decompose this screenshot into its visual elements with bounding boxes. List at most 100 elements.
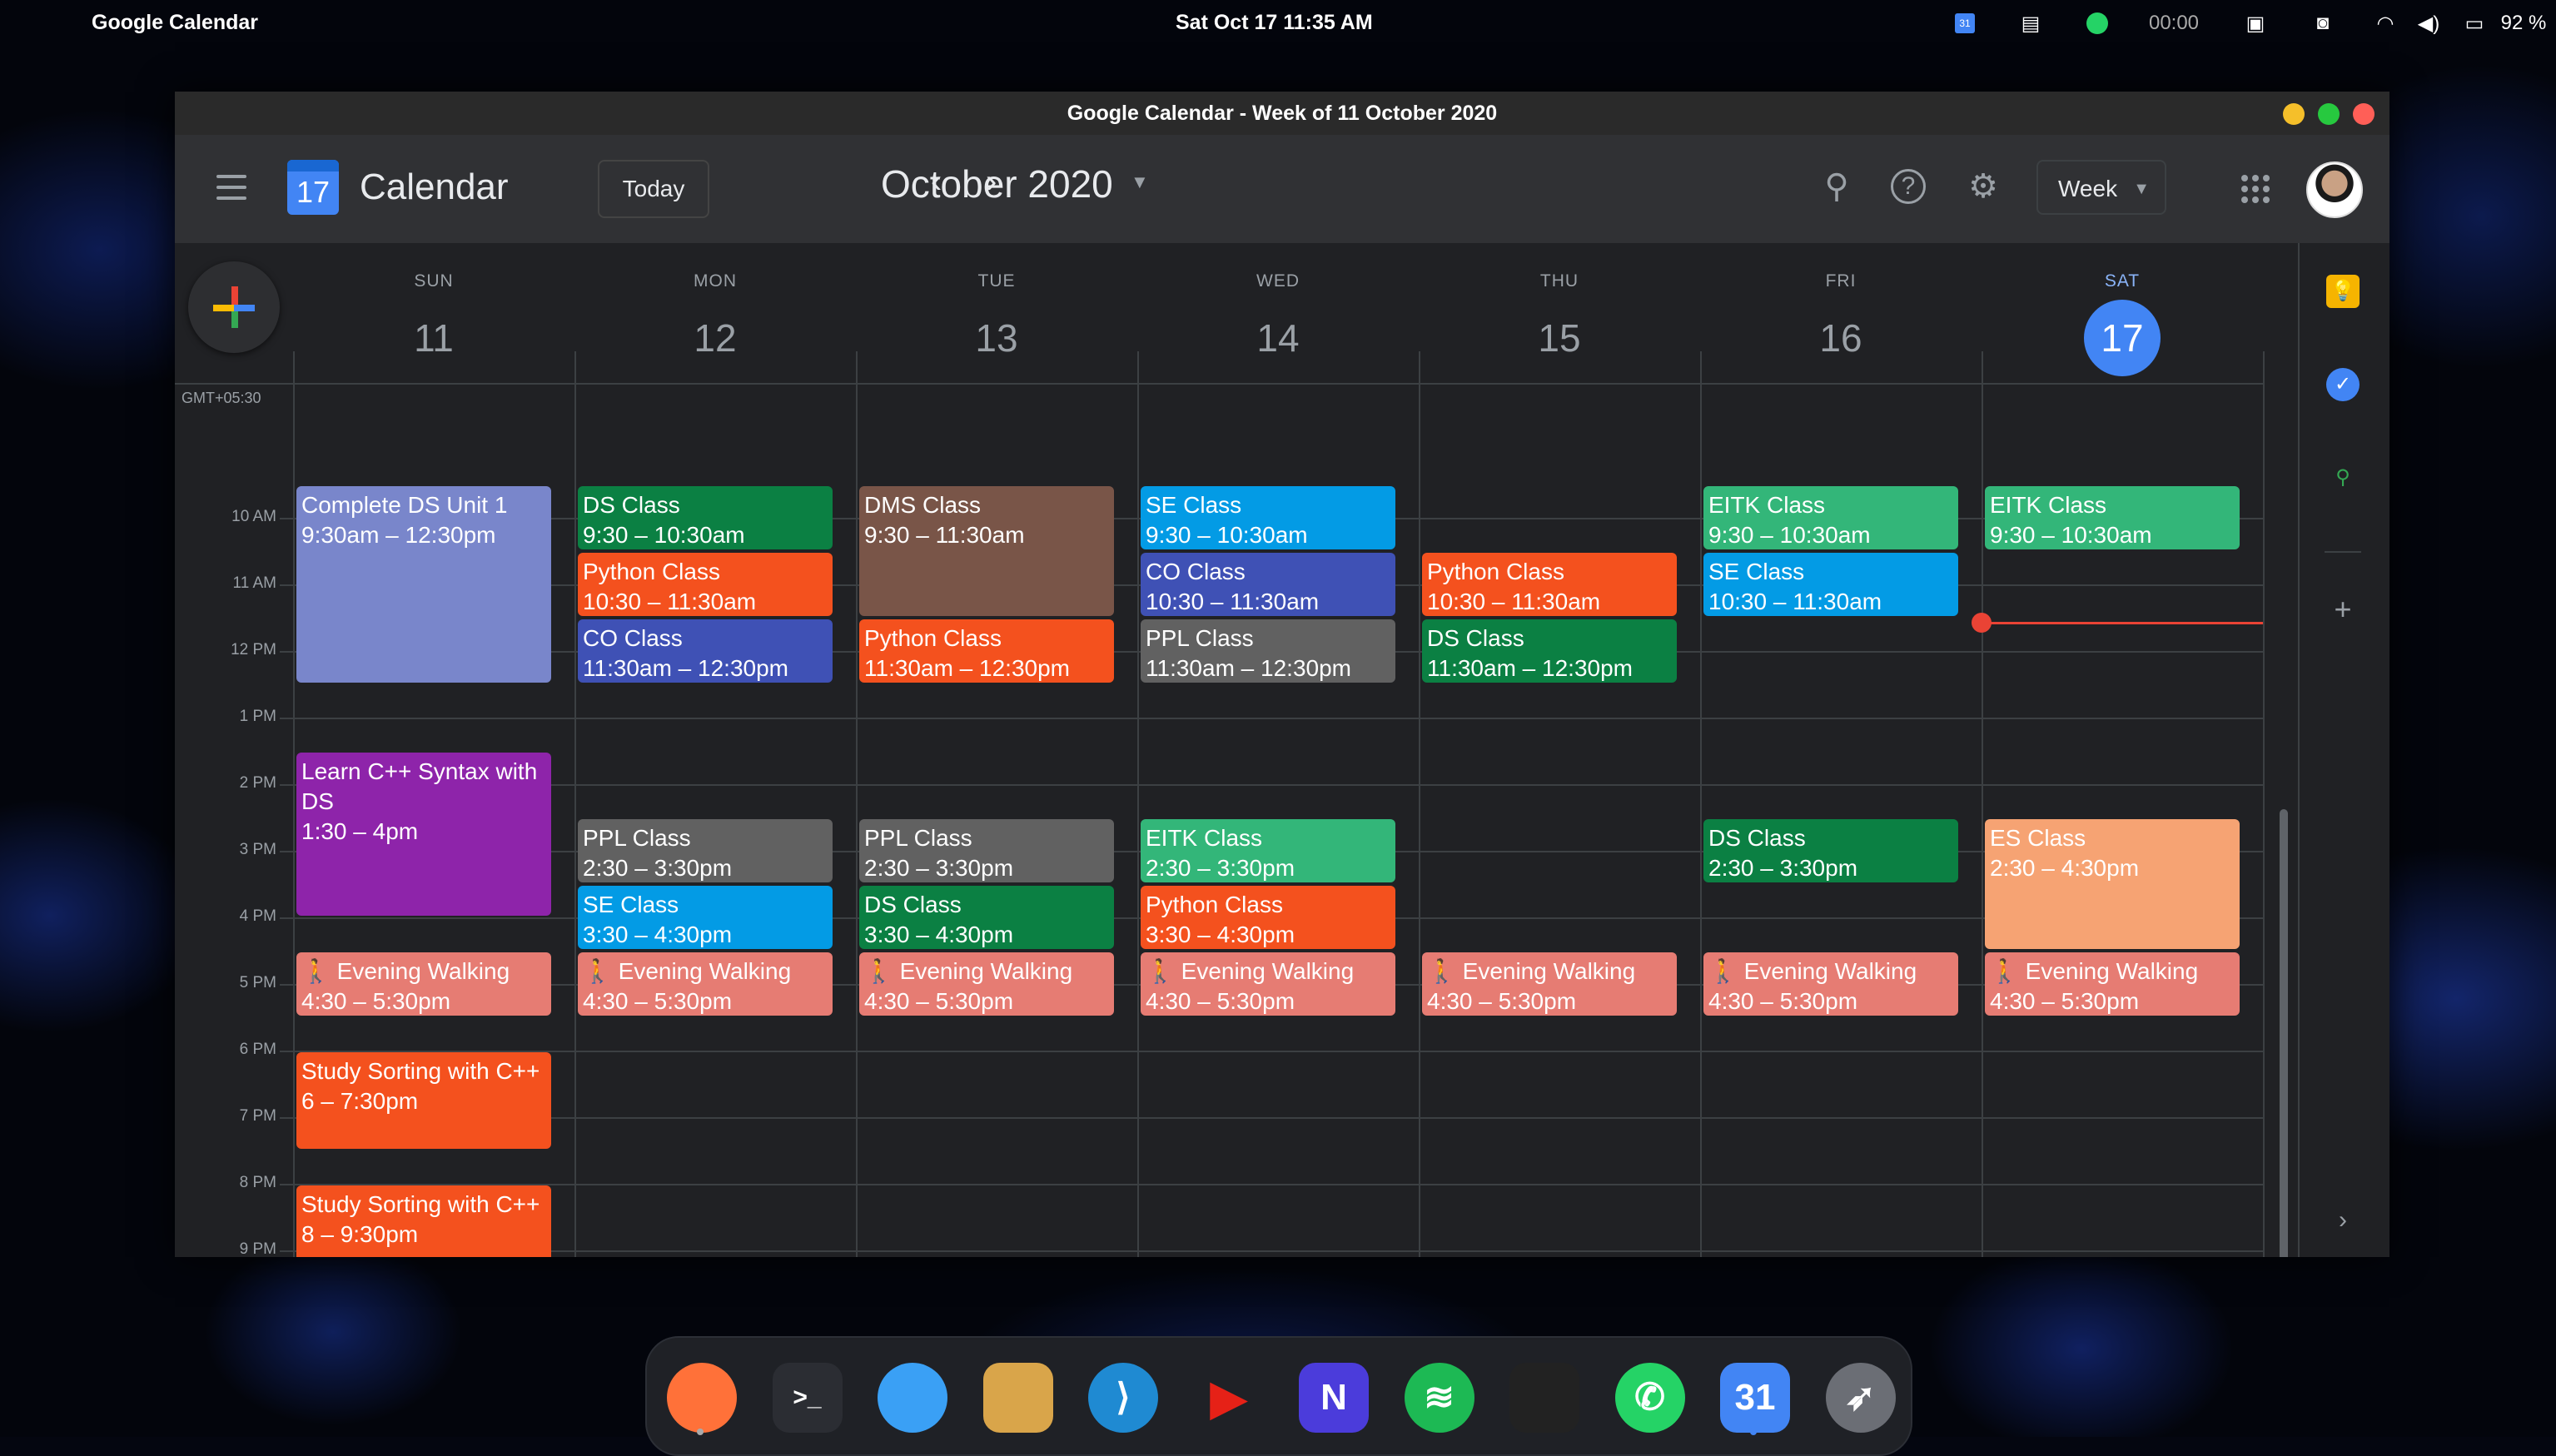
event-card[interactable]: 🚶 Evening Walking 4:30 – 5:30pm <box>1703 952 1958 1016</box>
day-header-tue[interactable]: TUE 13 <box>856 243 1137 376</box>
clipboard-icon[interactable]: ▤ <box>2018 8 2043 38</box>
add-addon-icon[interactable]: + <box>2326 593 2360 626</box>
maximize-button[interactable] <box>2318 103 2340 125</box>
launchpad-icon[interactable]: ➶ <box>1825 1363 1896 1433</box>
event-time: 10:30 – 11:30am <box>1708 589 1882 614</box>
event-card[interactable]: DS Class 11:30am – 12:30pm <box>1422 619 1677 683</box>
time-label: 3 PM <box>239 841 276 858</box>
avatar[interactable] <box>2306 162 2363 218</box>
event-time: 9:30am – 12:30pm <box>301 522 496 548</box>
firefox-icon[interactable] <box>667 1363 737 1433</box>
close-button[interactable] <box>2353 103 2374 125</box>
event-card[interactable]: 🚶 Evening Walking 4:30 – 5:30pm <box>859 952 1114 1016</box>
event-card[interactable]: EITK Class 2:30 – 3:30pm <box>1141 819 1395 882</box>
event-title: 🚶 Evening Walking <box>1146 958 1355 984</box>
day-number[interactable]: 15 <box>1521 300 1598 376</box>
today-button[interactable]: Today <box>598 160 709 218</box>
wifi-icon[interactable]: ◠ <box>2371 8 2399 38</box>
event-card[interactable]: 🚶 Evening Walking 4:30 – 5:30pm <box>1422 952 1677 1016</box>
event-card[interactable]: Complete DS Unit 1 9:30am – 12:30pm <box>296 486 551 683</box>
keep-icon[interactable]: 💡 <box>2326 275 2360 308</box>
event-card[interactable]: CO Class 10:30 – 11:30am <box>1141 553 1395 616</box>
chevron-right-icon[interactable]: › <box>2326 1204 2360 1237</box>
day-number[interactable]: 16 <box>1803 300 1879 376</box>
event-card[interactable]: Study Sorting with C++ 6 – 7:30pm <box>296 1052 551 1149</box>
day-number[interactable]: 12 <box>677 300 753 376</box>
app-title[interactable]: Calendar <box>360 166 509 208</box>
event-card[interactable]: SE Class 9:30 – 10:30am <box>1141 486 1395 549</box>
figma-icon[interactable] <box>1509 1363 1579 1433</box>
event-card[interactable]: DS Class 2:30 – 3:30pm <box>1703 819 1958 882</box>
day-header-fri[interactable]: FRI 16 <box>1700 243 1982 376</box>
event-card[interactable]: Python Class 10:30 – 11:30am <box>578 553 833 616</box>
timezone-label: GMT+05:30 <box>182 390 261 406</box>
calendar-tray-icon[interactable]: 31 <box>1953 8 1977 38</box>
main-menu-icon[interactable] <box>216 175 246 200</box>
event-card[interactable]: EITK Class 9:30 – 10:30am <box>1985 486 2240 549</box>
day-number[interactable]: 11 <box>395 300 472 376</box>
battery-icon[interactable]: ▭ <box>2458 8 2491 38</box>
event-card[interactable]: DS Class 9:30 – 10:30am <box>578 486 833 549</box>
spotify-icon[interactable]: ≋ <box>1404 1363 1474 1433</box>
event-card[interactable]: Python Class 10:30 – 11:30am <box>1422 553 1677 616</box>
event-card[interactable]: 🚶 Evening Walking 4:30 – 5:30pm <box>1985 952 2240 1016</box>
day-number[interactable]: 17 <box>2084 300 2161 376</box>
event-card[interactable]: ES Class 2:30 – 4:30pm <box>1985 819 2240 949</box>
event-card[interactable]: Python Class 11:30am – 12:30pm <box>859 619 1114 683</box>
minimize-button[interactable] <box>2283 103 2305 125</box>
month-label[interactable]: October 2020 <box>881 162 1113 206</box>
timer-readout[interactable]: 00:00 <box>2145 8 2203 38</box>
terminal-icon[interactable]: >_ <box>772 1363 843 1433</box>
whatsapp-icon[interactable]: ✆ <box>1614 1363 1685 1433</box>
day-number[interactable]: 14 <box>1240 300 1316 376</box>
notion-icon[interactable]: N <box>1299 1363 1369 1433</box>
display-icon[interactable]: ▣ <box>2241 8 2270 38</box>
day-header-thu[interactable]: THU 15 <box>1419 243 1700 376</box>
event-card[interactable]: Learn C++ Syntax with DS 1:30 – 4pm <box>296 753 551 916</box>
settings-icon[interactable]: ⚙ <box>1960 163 2007 210</box>
help-icon[interactable]: ? <box>1885 163 1932 210</box>
apps-grid-icon[interactable] <box>2241 175 2270 203</box>
event-card[interactable]: PPL Class 11:30am – 12:30pm <box>1141 619 1395 683</box>
camera-icon[interactable]: ◙ <box>2308 8 2338 38</box>
maps-icon[interactable]: ⚲ <box>2326 461 2360 494</box>
event-card[interactable]: DS Class 3:30 – 4:30pm <box>859 886 1114 949</box>
day-header-wed[interactable]: WED 14 <box>1137 243 1419 376</box>
event-card[interactable]: PPL Class 2:30 – 3:30pm <box>578 819 833 882</box>
vscode-icon[interactable]: ⟩ <box>1088 1363 1158 1433</box>
event-card[interactable]: Study Sorting with C++ 8 – 9:30pm <box>296 1185 551 1257</box>
event-card[interactable]: Python Class 3:30 – 4:30pm <box>1141 886 1395 949</box>
create-button[interactable] <box>188 261 280 353</box>
event-card[interactable]: CO Class 11:30am – 12:30pm <box>578 619 833 683</box>
chevron-down-icon[interactable]: ▼ <box>1131 171 1149 193</box>
window-titlebar[interactable]: Google Calendar - Week of 11 October 202… <box>175 92 2389 135</box>
week-grid[interactable]: GMT+05:30 SUN 11 MON 12 TUE 13 WED 14 THU 15 FRI 16… <box>175 243 2298 1257</box>
day-header-sat[interactable]: SAT 17 <box>1982 243 2263 376</box>
youtube-icon[interactable]: ▶ <box>1194 1363 1264 1433</box>
event-card[interactable]: 🚶 Evening Walking 4:30 – 5:30pm <box>1141 952 1395 1016</box>
event-card[interactable]: 🚶 Evening Walking 4:30 – 5:30pm <box>296 952 551 1016</box>
menubar-app-name[interactable]: Google Calendar <box>92 11 258 35</box>
search-icon[interactable]: ⚲ <box>1813 163 1860 210</box>
event-card[interactable]: PPL Class 2:30 – 3:30pm <box>859 819 1114 882</box>
calendar-dock-icon[interactable]: 31 <box>1720 1363 1790 1433</box>
event-card[interactable]: SE Class 10:30 – 11:30am <box>1703 553 1958 616</box>
scrollbar[interactable] <box>2280 809 2288 1257</box>
event-time: 9:30 – 11:30am <box>864 522 1025 548</box>
event-card[interactable]: EITK Class 9:30 – 10:30am <box>1703 486 1958 549</box>
day-number[interactable]: 13 <box>958 300 1035 376</box>
event-time: 4:30 – 5:30pm <box>1427 988 1577 1014</box>
day-header-mon[interactable]: MON 12 <box>574 243 856 376</box>
event-card[interactable]: 🚶 Evening Walking 4:30 – 5:30pm <box>578 952 833 1016</box>
day-header-sun[interactable]: SUN 11 <box>293 243 574 376</box>
tasks-icon[interactable]: ✓ <box>2326 368 2360 401</box>
whatsapp-tray-icon[interactable] <box>2085 8 2110 38</box>
view-switcher[interactable]: Week ▼ <box>2036 160 2166 215</box>
event-card[interactable]: DMS Class 9:30 – 11:30am <box>859 486 1114 616</box>
calendar-logo-icon[interactable]: 17 <box>287 160 339 215</box>
volume-icon[interactable]: ◀) <box>2414 8 2443 38</box>
finder-icon[interactable] <box>878 1363 947 1433</box>
event-card[interactable]: SE Class 3:30 – 4:30pm <box>578 886 833 949</box>
preview-icon[interactable] <box>982 1363 1053 1433</box>
menubar-clock[interactable]: Sat Oct 17 11:35 AM <box>1176 11 1373 35</box>
